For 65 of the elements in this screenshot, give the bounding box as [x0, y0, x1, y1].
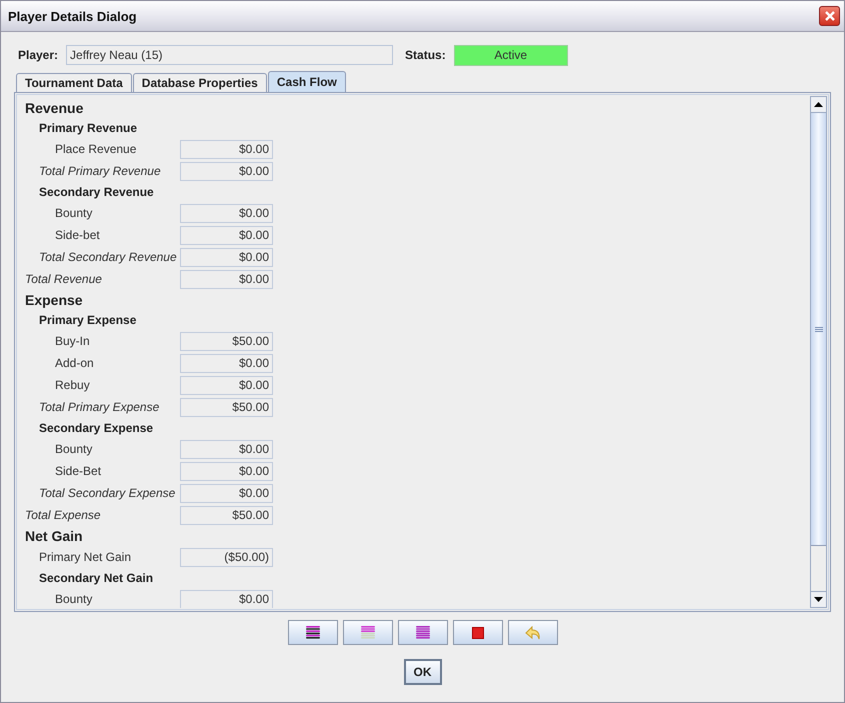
- value-field: $0.00: [180, 484, 273, 502]
- value-field: $0.00: [180, 204, 273, 222]
- close-icon: [824, 10, 836, 22]
- group-heading: Primary Expense: [39, 313, 136, 327]
- row-label: Side-bet: [54, 228, 101, 242]
- value-field: $0.00: [180, 440, 273, 458]
- tab[interactable]: Cash Flow: [268, 71, 346, 92]
- status-label: Status:: [405, 48, 446, 62]
- value-field: $0.00: [180, 140, 273, 158]
- group-heading: Secondary Expense: [39, 421, 154, 435]
- value-field: $0.00: [180, 376, 273, 394]
- tab[interactable]: Database Properties: [132, 73, 267, 92]
- section-heading: Revenue: [25, 100, 84, 116]
- row-label: Rebuy: [54, 378, 91, 392]
- player-label: Player:: [18, 48, 58, 62]
- row-label: Total Primary Expense: [38, 400, 160, 414]
- row-label: Bounty: [54, 206, 94, 220]
- down-arrow-icon: [814, 597, 823, 602]
- up-arrow-icon: [814, 102, 823, 107]
- value-field: $0.00: [180, 248, 273, 266]
- row-label: Total Secondary Expense: [38, 486, 176, 500]
- curved-arrow-icon: [524, 626, 540, 640]
- row-label: Bounty: [54, 442, 94, 456]
- value-field: $0.00: [180, 462, 273, 480]
- section-heading: Net Gain: [25, 528, 83, 544]
- scroll-down-button[interactable]: [811, 591, 826, 607]
- value-field: $0.00: [180, 270, 273, 288]
- row-label: Total Revenue: [24, 272, 103, 286]
- row-label: Primary Net Gain: [38, 550, 132, 564]
- row-label: Total Expense: [24, 508, 102, 522]
- disc-stack-icon: [416, 626, 430, 639]
- row-label: Total Primary Revenue: [38, 164, 162, 178]
- group-heading: Primary Revenue: [39, 121, 138, 135]
- value-field: $0.00: [180, 226, 273, 244]
- window-title: Player Details Dialog: [8, 8, 137, 24]
- value-field: $50.00: [180, 506, 273, 524]
- section-heading: Expense: [25, 292, 83, 308]
- row-label: Add-on: [54, 356, 95, 370]
- value-field: $0.00: [180, 354, 273, 372]
- scroll-thumb[interactable]: [811, 113, 826, 546]
- value-field: $0.00: [180, 590, 273, 608]
- row-label: Buy-In: [54, 334, 91, 348]
- player-field[interactable]: Jeffrey Neau (15): [66, 45, 394, 65]
- disc-stack-icon: [360, 626, 374, 639]
- row-label: Side-Bet: [54, 464, 102, 478]
- value-field: ($50.00): [180, 548, 273, 566]
- group-heading: Secondary Net Gain: [39, 571, 154, 585]
- vertical-scrollbar[interactable]: [810, 96, 827, 608]
- row-label: Bounty: [54, 592, 94, 606]
- scroll-up-button[interactable]: [811, 97, 826, 113]
- grip-icon: [814, 326, 822, 332]
- row-label: Total Secondary Revenue: [38, 250, 178, 264]
- row-label: Place Revenue: [54, 142, 138, 156]
- stop-icon: [472, 626, 484, 638]
- toolbar-button[interactable]: [452, 620, 502, 645]
- ok-button[interactable]: OK: [404, 659, 442, 685]
- status-field: Active: [454, 44, 568, 66]
- toolbar-button[interactable]: [288, 620, 338, 645]
- group-heading: Secondary Revenue: [39, 185, 154, 199]
- disc-stack-icon: [306, 626, 320, 639]
- value-field: $50.00: [180, 398, 273, 416]
- value-field: $0.00: [180, 162, 273, 180]
- close-button[interactable]: [819, 6, 840, 26]
- value-field: $50.00: [180, 332, 273, 350]
- tab[interactable]: Tournament Data: [16, 73, 132, 92]
